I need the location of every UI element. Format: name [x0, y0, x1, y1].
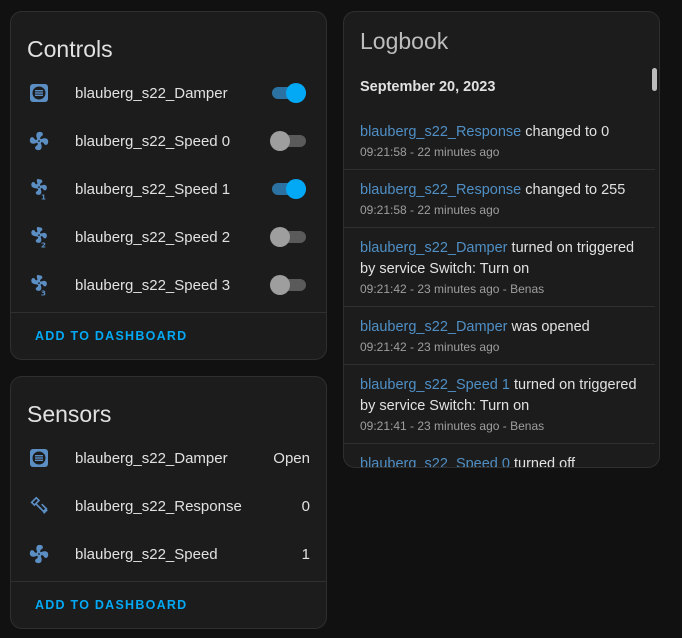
- sensor-name: blauberg_s22_Damper: [75, 449, 228, 467]
- log-entity-link[interactable]: blauberg_s22_Speed 1: [360, 377, 510, 393]
- log-timestamp: 09:21:58 - 22 minutes ago: [360, 203, 500, 217]
- control-row-speed-1[interactable]: 1 blauberg_s22_Speed 1: [11, 165, 326, 213]
- sensor-row-speed[interactable]: blauberg_s22_Speed 1: [11, 530, 326, 578]
- log-list: blauberg_s22_Response changed to 0 09:21…: [344, 112, 659, 467]
- fan-speed-2-icon: 2: [27, 225, 51, 249]
- control-row-damper[interactable]: blauberg_s22_Damper: [11, 69, 326, 117]
- fan-icon: [27, 129, 51, 153]
- sensor-row-response[interactable]: blauberg_s22_Response 0: [11, 482, 326, 530]
- sensors-card: Sensors blauberg_s22_Damper Open blauber…: [10, 376, 327, 629]
- svg-text:1: 1: [41, 193, 46, 200]
- control-row-speed-3[interactable]: 3 blauberg_s22_Speed 3: [11, 261, 326, 309]
- fan-icon: [27, 542, 51, 566]
- sensor-value: 0: [301, 497, 310, 515]
- log-timestamp: 09:21:58 - 22 minutes ago: [360, 145, 500, 159]
- fan-speed-3-icon: 3: [27, 273, 51, 297]
- divider: [11, 581, 326, 582]
- logbook-title: Logbook: [360, 28, 449, 54]
- log-line: blauberg_s22_Response changed to 0: [360, 122, 639, 143]
- sensor-value: 1: [301, 545, 310, 563]
- toggle-switch[interactable]: [270, 275, 306, 295]
- fan-speed-1-icon: 1: [27, 177, 51, 201]
- log-entity-link[interactable]: blauberg_s22_Response: [360, 124, 521, 140]
- controls-title: Controls: [27, 36, 113, 62]
- sensor-value: Open: [273, 449, 310, 467]
- control-name: blauberg_s22_Speed 3: [75, 276, 231, 294]
- svg-text:3: 3: [41, 289, 46, 296]
- valve-icon: [27, 81, 51, 105]
- pipe-icon: [27, 494, 51, 518]
- log-message: changed to 0: [521, 124, 610, 140]
- log-timestamp: 09:21:42 - 23 minutes ago - Benas: [360, 282, 545, 296]
- log-timestamp: 09:21:41 - 23 minutes ago - Benas: [360, 419, 545, 433]
- log-date-header: September 20, 2023: [360, 79, 496, 95]
- log-line: blauberg_s22_Speed 0 turned off: [360, 454, 639, 467]
- control-name: blauberg_s22_Speed 0: [75, 132, 231, 150]
- controls-card: Controls blauberg_s22_Damper blauberg_s2…: [10, 11, 327, 360]
- log-entity-link[interactable]: blauberg_s22_Damper: [360, 319, 508, 335]
- log-entity-link[interactable]: blauberg_s22_Damper: [360, 240, 508, 256]
- log-entry: blauberg_s22_Damper was opened 09:21:42 …: [344, 307, 655, 365]
- log-line: blauberg_s22_Response changed to 255: [360, 180, 639, 201]
- log-entry: blauberg_s22_Speed 1 turned on triggered…: [344, 365, 655, 444]
- log-timestamp: 09:21:42 - 23 minutes ago: [360, 340, 500, 354]
- scrollbar[interactable]: [652, 68, 657, 91]
- log-entry: blauberg_s22_Response changed to 0 09:21…: [344, 112, 655, 170]
- divider: [11, 312, 326, 313]
- add-to-dashboard-button[interactable]: ADD TO DASHBOARD: [35, 598, 187, 612]
- valve-icon: [27, 446, 51, 470]
- toggle-switch[interactable]: [270, 179, 306, 199]
- sensors-title: Sensors: [27, 401, 112, 427]
- control-row-speed-0[interactable]: blauberg_s22_Speed 0: [11, 117, 326, 165]
- control-name: blauberg_s22_Speed 2: [75, 228, 231, 246]
- control-name: blauberg_s22_Damper: [75, 84, 228, 102]
- log-message: changed to 255: [521, 182, 626, 198]
- log-line: blauberg_s22_Speed 1 turned on triggered…: [360, 375, 639, 417]
- control-name: blauberg_s22_Speed 1: [75, 180, 231, 198]
- log-line: blauberg_s22_Damper was opened: [360, 317, 639, 338]
- logbook-card: Logbook September 20, 2023 blauberg_s22_…: [343, 11, 660, 468]
- svg-text:2: 2: [41, 241, 46, 248]
- control-row-speed-2[interactable]: 2 blauberg_s22_Speed 2: [11, 213, 326, 261]
- log-line: blauberg_s22_Damper turned on triggered …: [360, 238, 639, 280]
- log-entity-link[interactable]: blauberg_s22_Response: [360, 182, 521, 198]
- toggle-switch[interactable]: [270, 83, 306, 103]
- toggle-switch[interactable]: [270, 227, 306, 247]
- toggle-switch[interactable]: [270, 131, 306, 151]
- sensor-name: blauberg_s22_Response: [75, 497, 242, 515]
- log-message: was opened: [507, 319, 590, 335]
- log-message: turned off: [509, 456, 575, 467]
- sensor-name: blauberg_s22_Speed: [75, 545, 218, 563]
- sensor-row-damper[interactable]: blauberg_s22_Damper Open: [11, 434, 326, 482]
- log-entry: blauberg_s22_Response changed to 255 09:…: [344, 170, 655, 228]
- add-to-dashboard-button[interactable]: ADD TO DASHBOARD: [35, 329, 187, 343]
- log-entry: blauberg_s22_Damper turned on triggered …: [344, 228, 655, 307]
- log-entity-link[interactable]: blauberg_s22_Speed 0: [360, 456, 510, 467]
- log-entry: blauberg_s22_Speed 0 turned off: [344, 444, 655, 467]
